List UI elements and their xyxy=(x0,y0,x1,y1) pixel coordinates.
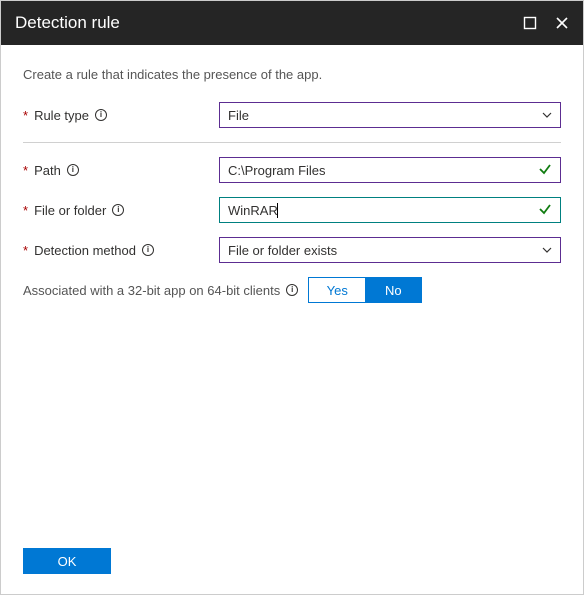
info-icon[interactable]: i xyxy=(112,204,124,216)
file-or-folder-value: WinRAR xyxy=(228,203,538,218)
text-cursor xyxy=(277,203,278,218)
checkmark-icon xyxy=(538,162,552,179)
associated-32-label: Associated with a 32-bit app on 64-bit c… xyxy=(23,283,298,298)
description-text: Create a rule that indicates the presenc… xyxy=(23,67,561,82)
info-icon[interactable]: i xyxy=(67,164,79,176)
info-icon[interactable]: i xyxy=(142,244,154,256)
checkmark-icon xyxy=(538,202,552,219)
maximize-icon[interactable] xyxy=(523,16,537,30)
panel-header: Detection rule xyxy=(1,1,583,45)
detection-method-row: * Detection method i File or folder exis… xyxy=(23,237,561,263)
required-asterisk: * xyxy=(23,243,28,258)
toggle-yes[interactable]: Yes xyxy=(309,278,365,302)
rule-type-row: * Rule type i File xyxy=(23,102,561,128)
detection-method-value: File or folder exists xyxy=(228,243,542,258)
divider xyxy=(23,142,561,143)
file-or-folder-label: * File or folder i xyxy=(23,203,219,218)
detection-method-control: File or folder exists xyxy=(219,237,561,263)
file-or-folder-label-text: File or folder xyxy=(34,203,106,218)
ok-button[interactable]: OK xyxy=(23,548,111,574)
info-icon[interactable]: i xyxy=(286,284,298,296)
required-asterisk: * xyxy=(23,163,28,178)
detection-method-select[interactable]: File or folder exists xyxy=(219,237,561,263)
path-label: * Path i xyxy=(23,163,219,178)
toggle-no[interactable]: No xyxy=(365,278,421,302)
associated-32-toggle: Yes No xyxy=(308,277,422,303)
header-actions xyxy=(523,16,569,30)
rule-type-label-text: Rule type xyxy=(34,108,89,123)
path-input[interactable]: C:\Program Files xyxy=(219,157,561,183)
panel-footer: OK xyxy=(1,534,583,594)
rule-type-value: File xyxy=(228,108,542,123)
close-icon[interactable] xyxy=(555,16,569,30)
panel-title: Detection rule xyxy=(15,13,523,33)
rule-type-label: * Rule type i xyxy=(23,108,219,123)
file-or-folder-input[interactable]: WinRAR xyxy=(219,197,561,223)
rule-type-control: File xyxy=(219,102,561,128)
chevron-down-icon xyxy=(542,247,552,253)
detection-method-label: * Detection method i xyxy=(23,243,219,258)
path-control: C:\Program Files xyxy=(219,157,561,183)
panel-content: Create a rule that indicates the presenc… xyxy=(1,45,583,534)
chevron-down-icon xyxy=(542,112,552,118)
associated-32-label-text: Associated with a 32-bit app on 64-bit c… xyxy=(23,283,280,298)
associated-32-row: Associated with a 32-bit app on 64-bit c… xyxy=(23,277,561,303)
file-or-folder-control: WinRAR xyxy=(219,197,561,223)
file-or-folder-row: * File or folder i WinRAR xyxy=(23,197,561,223)
detection-method-label-text: Detection method xyxy=(34,243,136,258)
rule-type-select[interactable]: File xyxy=(219,102,561,128)
info-icon[interactable]: i xyxy=(95,109,107,121)
path-value: C:\Program Files xyxy=(228,163,538,178)
path-label-text: Path xyxy=(34,163,61,178)
required-asterisk: * xyxy=(23,108,28,123)
path-row: * Path i C:\Program Files xyxy=(23,157,561,183)
required-asterisk: * xyxy=(23,203,28,218)
